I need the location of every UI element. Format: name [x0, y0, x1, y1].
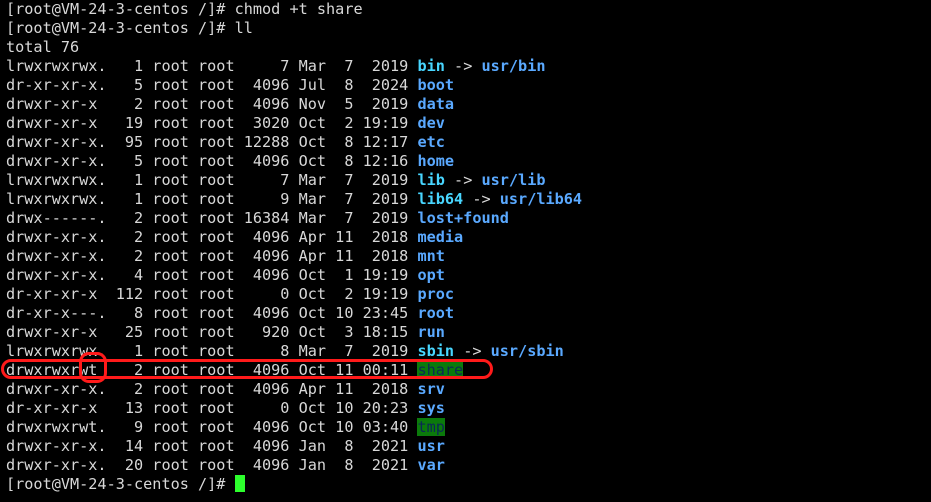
row-meta: drwxr-xr-x 19 root root 3020 Oct 2 19:19	[6, 114, 418, 132]
text-cursor[interactable]	[234, 475, 245, 492]
listing-row: lrwxrwxrwx. 1 root root 9 Mar 7 2019 lib…	[6, 190, 931, 209]
highlight-sticky-bit-annotation	[79, 352, 107, 383]
row-meta: drwxr-xr-x. 2 root root 4096 Apr 11 2018	[6, 380, 418, 398]
entry-name: tmp	[417, 418, 445, 436]
row-meta: lrwxrwxrwx. 1 root root 7 Mar 7 2019	[6, 171, 418, 189]
listing-row: drwxr-xr-x 19 root root 3020 Oct 2 19:19…	[6, 114, 931, 133]
row-meta: drwxr-xr-x. 95 root root 12288 Oct 8 12:…	[6, 133, 418, 151]
symlink-arrow: ->	[463, 190, 500, 208]
listing-row: dr-xr-xr-x 112 root root 0 Oct 2 19:19 p…	[6, 285, 931, 304]
symlink-arrow: ->	[454, 342, 491, 360]
listing-row: drwxr-xr-x. 2 root root 4096 Apr 11 2018…	[6, 247, 931, 266]
listing-row: drwxr-xr-x. 4 root root 4096 Oct 1 19:19…	[6, 266, 931, 285]
symlink-target: usr/sbin	[490, 342, 564, 360]
entry-name: root	[417, 304, 455, 322]
row-meta: dr-xr-xr-x. 5 root root 4096 Jul 8 2024	[6, 76, 418, 94]
prompt: [root@VM-24-3-centos /]#	[6, 475, 235, 493]
row-meta: dr-xr-x---. 8 root root 4096 Oct 10 23:4…	[6, 304, 418, 322]
row-meta: drwxr-xr-x. 4 root root 4096 Oct 1 19:19	[6, 266, 418, 284]
listing-row: drwxr-xr-x. 5 root root 4096 Oct 8 12:16…	[6, 152, 931, 171]
entry-name: lib	[417, 171, 445, 189]
row-meta: drwxr-xr-x 2 root root 4096 Nov 5 2019	[6, 95, 418, 113]
entry-name: opt	[417, 266, 445, 284]
directory-listing: lrwxrwxrwx. 1 root root 7 Mar 7 2019 bin…	[6, 57, 931, 475]
listing-row: drwxr-xr-x. 14 root root 4096 Jan 8 2021…	[6, 437, 931, 456]
prompt: [root@VM-24-3-centos /]#	[6, 0, 235, 18]
row-meta: lrwxrwxrwx. 1 root root 9 Mar 7 2019	[6, 190, 418, 208]
entry-name: data	[417, 95, 455, 113]
symlink-target: usr/lib	[481, 171, 546, 189]
listing-row: dr-xr-xr-x. 5 root root 4096 Jul 8 2024 …	[6, 76, 931, 95]
row-meta: drwxr-xr-x 25 root root 920 Oct 3 18:15	[6, 323, 418, 341]
symlink-target: usr/lib64	[499, 190, 583, 208]
entry-name: sbin	[417, 342, 455, 360]
row-meta: lrwxrwxrwx. 1 root root 8 Mar 7 2019	[6, 342, 418, 360]
total-line: total 76	[6, 38, 80, 56]
symlink-arrow: ->	[444, 57, 482, 75]
listing-row: drwxr-xr-x. 20 root root 4096 Jan 8 2021…	[6, 456, 931, 475]
command-text: chmod +t share	[234, 0, 363, 18]
entry-name: srv	[417, 380, 445, 398]
symlink-target: usr/bin	[481, 57, 546, 75]
entry-name: run	[417, 323, 445, 341]
listing-row: dr-xr-xr-x 13 root root 0 Oct 10 20:23 s…	[6, 399, 931, 418]
entry-name: lost+found	[417, 209, 509, 227]
entry-name: var	[417, 456, 445, 474]
entry-name: media	[417, 228, 464, 246]
command-text: ll	[234, 19, 253, 37]
row-meta: drwxr-xr-x. 14 root root 4096 Jan 8 2021	[6, 437, 418, 455]
listing-row: drwxr-xr-x. 2 root root 4096 Apr 11 2018…	[6, 380, 931, 399]
row-meta: dr-xr-xr-x 112 root root 0 Oct 2 19:19	[6, 285, 418, 303]
listing-row: lrwxrwxrwx. 1 root root 7 Mar 7 2019 bin…	[6, 57, 931, 76]
entry-name: boot	[417, 76, 455, 94]
listing-row: drwxrwxrwt. 9 root root 4096 Oct 10 03:4…	[6, 418, 931, 437]
command-line-chmod: [root@VM-24-3-centos /]# chmod +t share	[6, 0, 931, 19]
listing-row: drwxr-xr-x 2 root root 4096 Nov 5 2019 d…	[6, 95, 931, 114]
row-meta: drwxr-xr-x. 2 root root 4096 Apr 11 2018	[6, 228, 418, 246]
row-meta: drwx------. 2 root root 16384 Mar 7 2019	[6, 209, 418, 227]
listing-row: drwx------. 2 root root 16384 Mar 7 2019…	[6, 209, 931, 228]
highlight-share-row-annotation	[1, 359, 493, 379]
prompt: [root@VM-24-3-centos /]#	[6, 19, 235, 37]
terminal-window[interactable]: [root@VM-24-3-centos /]# chmod +t share …	[0, 0, 931, 502]
entry-name: dev	[417, 114, 445, 132]
listing-row: drwxr-xr-x 25 root root 920 Oct 3 18:15 …	[6, 323, 931, 342]
listing-row: dr-xr-x---. 8 root root 4096 Oct 10 23:4…	[6, 304, 931, 323]
active-prompt-line[interactable]: [root@VM-24-3-centos /]#	[6, 475, 931, 494]
entry-name: home	[417, 152, 455, 170]
row-meta: drwxr-xr-x. 2 root root 4096 Apr 11 2018	[6, 247, 418, 265]
row-meta: drwxr-xr-x. 20 root root 4096 Jan 8 2021	[6, 456, 418, 474]
listing-row: drwxr-xr-x. 95 root root 12288 Oct 8 12:…	[6, 133, 931, 152]
entry-name: mnt	[417, 247, 445, 265]
entry-name: usr	[417, 437, 445, 455]
row-meta: dr-xr-xr-x 13 root root 0 Oct 10 20:23	[6, 399, 418, 417]
symlink-arrow: ->	[444, 171, 482, 189]
entry-name: bin	[417, 57, 445, 75]
command-line-ll: [root@VM-24-3-centos /]# ll	[6, 19, 931, 38]
entry-name: etc	[417, 133, 445, 151]
row-meta: drwxrwxrwt. 9 root root 4096 Oct 10 03:4…	[6, 418, 418, 436]
listing-row: lrwxrwxrwx. 1 root root 7 Mar 7 2019 lib…	[6, 171, 931, 190]
entry-name: proc	[417, 285, 455, 303]
row-meta: drwxr-xr-x. 5 root root 4096 Oct 8 12:16	[6, 152, 418, 170]
entry-name: sys	[417, 399, 445, 417]
row-meta: lrwxrwxrwx. 1 root root 7 Mar 7 2019	[6, 57, 418, 75]
entry-name: lib64	[417, 190, 464, 208]
listing-row: drwxr-xr-x. 2 root root 4096 Apr 11 2018…	[6, 228, 931, 247]
